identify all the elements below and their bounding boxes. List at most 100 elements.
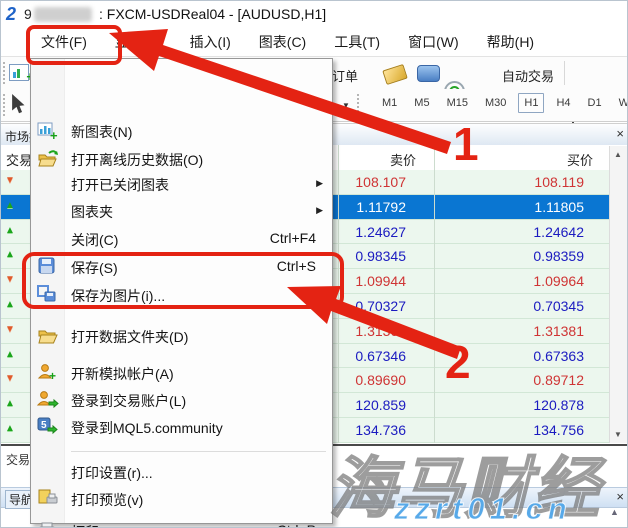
trend-up-icon: ▲	[5, 349, 15, 361]
menu-item-label: 关闭(C)	[71, 230, 118, 250]
menu-bar-item-4[interactable]: 工具(T)	[330, 30, 384, 54]
account-number-prefix: 9	[24, 6, 32, 22]
autotrading-button[interactable]: 自动交易	[502, 66, 554, 85]
menu-separator	[71, 451, 326, 452]
buy-price: 0.70345	[533, 298, 584, 314]
timeframe-h4[interactable]: H4	[551, 94, 575, 112]
timeframe-m1[interactable]: M1	[377, 94, 402, 112]
watermark-site: zzrt01.cn	[394, 491, 572, 527]
buy-price: 120.878	[533, 397, 584, 413]
buy-price: 1.31381	[533, 323, 584, 339]
annotation-box-file-menu	[26, 25, 122, 65]
timeframe-w1[interactable]: W1	[614, 94, 628, 112]
timeframe-h1[interactable]: H1	[518, 93, 544, 113]
mt4-window: 2 9 : FXCM-USDReal04 - [AUDUSD,H1] 文件(F)…	[0, 0, 628, 528]
trend-up-icon: ▲	[5, 398, 15, 410]
file-menu-item-0[interactable]: + 新图表(N)	[31, 118, 332, 144]
file-menu-item-2[interactable]: 打开已关闭图表 ▶	[31, 171, 332, 197]
file-menu-item-4[interactable]: 关闭(C) Ctrl+F4	[31, 226, 332, 252]
trend-down-icon: ▼	[5, 175, 15, 187]
timeframe-m5[interactable]: M5	[409, 94, 434, 112]
svg-text:+: +	[49, 369, 56, 381]
terminal-icon[interactable]	[417, 65, 440, 82]
file-menu-item-10[interactable]: 5 登录到MQL5.community	[31, 414, 332, 440]
history-center-icon[interactable]	[382, 64, 408, 85]
annotation-step-2: 2	[445, 335, 471, 389]
column-divider	[434, 145, 435, 443]
account-number-blur	[34, 7, 92, 22]
mql5-icon: 5	[37, 417, 59, 437]
scroll-up-icon[interactable]: ▲	[614, 150, 622, 159]
annotation-step-1: 1	[453, 117, 479, 171]
svg-text:5: 5	[41, 420, 47, 431]
trend-up-icon: ▲	[5, 249, 15, 261]
sell-price: 0.70327	[355, 298, 406, 314]
printer-icon	[37, 521, 59, 528]
menu-bar-item-5[interactable]: 窗口(W)	[404, 30, 463, 54]
trend-down-icon: ▼	[5, 373, 15, 385]
timeframe-m15[interactable]: M15	[442, 94, 473, 112]
timeframe-m30[interactable]: M30	[480, 94, 511, 112]
file-menu-item-13[interactable]: 打印(P)... Ctrl+P	[31, 518, 332, 528]
cursor-tool-icon[interactable]	[10, 94, 28, 116]
timeframe-buttons: M1 M5 M15 M30 H1 H4 D1 W1	[377, 93, 628, 113]
market-watch-scrollbar[interactable]: ▲ ▼	[609, 146, 628, 443]
timeframe-d1[interactable]: D1	[583, 94, 607, 112]
scroll-down-icon[interactable]: ▼	[614, 430, 622, 439]
menu-item-label: 打印预览(v)	[71, 490, 143, 510]
toolbar-separator	[564, 61, 565, 85]
sell-price: 1.09944	[355, 273, 406, 289]
submenu-arrow-icon: ▶	[316, 178, 323, 189]
new-chart-icon: +	[37, 121, 59, 141]
account-login-icon	[37, 390, 59, 410]
buy-price: 0.67363	[533, 348, 584, 364]
column-buy[interactable]: 买价	[567, 150, 593, 169]
menu-item-shortcut: Ctrl+F4	[270, 230, 316, 246]
file-menu-item-7[interactable]: 打开数据文件夹(D)	[31, 323, 332, 349]
chevron-down-icon[interactable]: ▼	[342, 101, 350, 110]
new-chart-toolbar-icon[interactable]: +	[9, 64, 29, 81]
file-menu-item-8[interactable]: + 开新模拟帐户(A)	[31, 360, 332, 386]
menu-item-label: 登录到交易账户(L)	[71, 391, 186, 411]
menu-item-label: 打开已关闭图表	[71, 175, 169, 195]
trend-down-icon: ▼	[5, 274, 15, 286]
buy-price: 0.98359	[533, 248, 584, 264]
menu-item-label: 开新模拟帐户(A)	[71, 364, 174, 384]
mt4-logo-icon: 2	[6, 4, 16, 25]
menu-item-label: 打印(P)...	[71, 522, 129, 528]
toolbar-grip[interactable]	[3, 94, 9, 116]
trend-up-icon: ▲	[5, 225, 15, 237]
account-plus-icon: +	[37, 363, 59, 383]
menu-bar-item-3[interactable]: 图表(C)	[255, 30, 310, 54]
menu-item-label: 新图表(N)	[71, 122, 132, 142]
menu-item-label: 打印设置(r)...	[71, 463, 153, 483]
sell-price: 0.98345	[355, 248, 406, 264]
sell-price: 120.859	[355, 397, 406, 413]
sell-price: 108.107	[355, 174, 406, 190]
sell-price: 1.24627	[355, 224, 406, 240]
window-title: : FXCM-USDReal04 - [AUDUSD,H1]	[99, 6, 326, 22]
close-icon[interactable]: ×	[616, 490, 624, 504]
trend-up-icon: ▲	[5, 299, 15, 311]
file-menu-item-3[interactable]: 图表夹▶	[31, 198, 332, 224]
menu-item-label: 打开离线历史数据(O)	[71, 150, 203, 170]
open-data-folder-icon	[37, 326, 59, 346]
menu-bar-item-6[interactable]: 帮助(H)	[483, 30, 538, 54]
menu-bar-item-2[interactable]: 插入(I)	[186, 30, 235, 54]
menu-item-shortcut: Ctrl+P	[277, 522, 316, 528]
toolbar-grip[interactable]	[357, 94, 363, 116]
file-menu-item-12[interactable]: 打印预览(v)	[31, 486, 332, 512]
open-folder-history-icon	[37, 149, 59, 169]
column-sell[interactable]: 卖价	[390, 150, 416, 169]
scroll-up-icon[interactable]: ▲	[610, 507, 619, 517]
buy-price: 1.24642	[533, 224, 584, 240]
print-preview-icon	[37, 489, 59, 509]
file-menu-item-9[interactable]: 登录到交易账户(L)	[31, 387, 332, 413]
file-menu-item-11[interactable]: 打印设置(r)...	[31, 459, 332, 485]
sell-price: 0.67346	[355, 348, 406, 364]
sell-price: 1.11792	[356, 199, 406, 215]
close-icon[interactable]: ×	[616, 127, 624, 141]
buy-price: 1.11805	[534, 199, 584, 215]
menu-item-label: 登录到MQL5.community	[71, 418, 223, 438]
file-menu-item-1[interactable]: 打开离线历史数据(O)	[31, 146, 332, 172]
